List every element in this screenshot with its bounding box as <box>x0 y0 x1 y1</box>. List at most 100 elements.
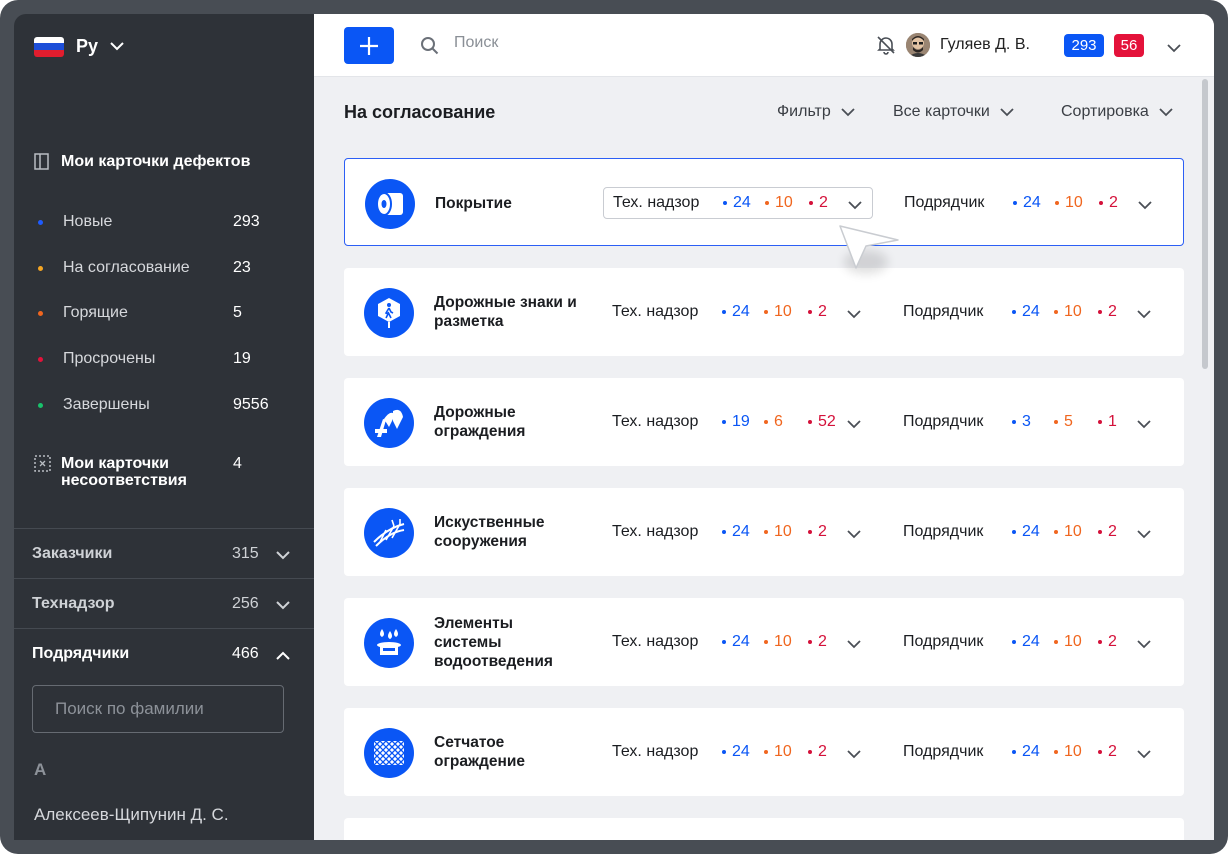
card-title: Искуственные сооружения <box>434 514 545 550</box>
chevron-down-icon[interactable] <box>848 197 862 215</box>
avatar[interactable] <box>906 33 930 57</box>
contractor-label: Подрядчик <box>904 194 985 211</box>
sidebar-item-new[interactable]: Новые 293 <box>34 213 284 231</box>
contractor-stat-pending: 10 <box>1054 268 1082 356</box>
sidebar-item-overdue[interactable]: Просрочены 19 <box>34 350 284 368</box>
supervision-stat-new: 24 <box>723 159 751 247</box>
supervision-stat-overdue: 2 <box>809 159 828 247</box>
sidebar-item-count: 5 <box>233 304 242 321</box>
contractor-stat-overdue: 2 <box>1098 268 1117 356</box>
chevron-down-icon[interactable] <box>1137 746 1151 764</box>
category-card[interactable]: Дорожные знаки и разметка Тех. надзор 24… <box>344 268 1184 356</box>
mesh-fence-icon <box>364 728 414 778</box>
alphabet-letter: А <box>34 760 47 779</box>
contractor-person[interactable]: Алексеев-Щипунин Д. С. <box>34 805 229 825</box>
chevron-down-icon <box>276 547 290 565</box>
sidebar-item-label: Просрочены <box>63 350 156 367</box>
group-contractors[interactable]: Подрядчики 466 <box>14 628 314 679</box>
chevron-down-icon[interactable] <box>847 746 861 764</box>
supervision-stat-pending: 10 <box>764 488 792 576</box>
nonconformity-cards[interactable]: Мои карточки несоответствия 4 <box>34 455 284 489</box>
user-name[interactable]: Гуляев Д. В. <box>940 36 1030 54</box>
contractor-stat-overdue: 1 <box>1098 378 1117 466</box>
sort-dropdown[interactable]: Сортировка <box>1061 103 1173 121</box>
contractor-stat-pending: 10 <box>1054 488 1082 576</box>
nonconformity-label: Мои карточки несоответствия <box>61 455 187 489</box>
supervision-stat-new: 24 <box>722 708 750 796</box>
bell-off-icon[interactable] <box>875 34 897 61</box>
chevron-down-icon[interactable] <box>847 526 861 544</box>
barrier-icon <box>364 398 414 448</box>
category-card[interactable]: Искуственные сооружения Тех. надзор 24 1… <box>344 488 1184 576</box>
app-window: Ру Мои карточки дефектов Новые 293 На со… <box>0 0 1228 854</box>
sidebar-item-count: 9556 <box>233 396 269 413</box>
sidebar-item-label: Завершены <box>63 396 150 413</box>
category-card[interactable]: Сетчатое ограждение Тех. надзор 24 10 2 … <box>344 708 1184 796</box>
chevron-down-icon[interactable] <box>1138 197 1152 215</box>
card-title: Дорожные знаки и разметка <box>434 294 577 330</box>
supervision-stat-overdue: 2 <box>808 708 827 796</box>
all-cards-dropdown[interactable]: Все карточки <box>893 103 1014 121</box>
contractor-stat-overdue: 2 <box>1098 488 1117 576</box>
chevron-down-icon[interactable] <box>1137 526 1151 544</box>
card-partial[interactable] <box>344 818 1184 840</box>
bridge-icon <box>364 508 414 558</box>
group-label: Подрядчики <box>32 645 130 662</box>
contractor-stat-pending: 10 <box>1054 708 1082 796</box>
contractor-label: Подрядчик <box>903 523 984 540</box>
nonconformity-icon <box>34 455 51 476</box>
surname-search-input[interactable] <box>32 685 284 733</box>
roll-icon <box>365 179 415 229</box>
contractor-label: Подрядчик <box>903 633 984 650</box>
chevron-down-icon[interactable] <box>1137 306 1151 324</box>
sidebar-item-count: 19 <box>233 350 251 367</box>
sidebar-item-approval[interactable]: На согласование 23 <box>34 259 284 277</box>
category-card[interactable]: Дорожные ограждения Тех. надзор 19 6 52 … <box>344 378 1184 466</box>
mouse-cursor-icon <box>836 224 906 289</box>
supervision-label: Тех. надзор <box>613 194 700 211</box>
chevron-down-icon[interactable] <box>1137 636 1151 654</box>
chevron-down-icon[interactable] <box>1167 40 1181 58</box>
supervision-stat-overdue: 2 <box>808 268 827 356</box>
sidebar-item-count: 23 <box>233 259 251 276</box>
filter-dropdown[interactable]: Фильтр <box>777 103 855 121</box>
page-title: На согласование <box>344 102 496 122</box>
contractor-stat-overdue: 2 <box>1098 708 1117 796</box>
chevron-down-icon <box>1000 107 1014 116</box>
language-label: Ру <box>76 36 99 56</box>
supervision-stat-pending: 10 <box>764 708 792 796</box>
contractor-label: Подрядчик <box>903 303 984 320</box>
group-supervision[interactable]: Технадзор 256 <box>14 578 314 629</box>
my-defect-cards-label: Мои карточки дефектов <box>61 153 251 170</box>
add-button[interactable] <box>344 27 394 64</box>
badge-alert-count[interactable]: 56 <box>1114 34 1144 57</box>
chevron-down-icon[interactable] <box>847 636 861 654</box>
sidebar-item-label: На согласование <box>63 259 190 276</box>
category-card[interactable]: Элементы системы водоотведения Тех. надз… <box>344 598 1184 686</box>
sort-label: Сортировка <box>1061 103 1149 120</box>
status-dot <box>38 356 43 362</box>
badge-new-count[interactable]: 293 <box>1064 34 1104 57</box>
sidebar-item-completed[interactable]: Завершены 9556 <box>34 396 284 414</box>
supervision-stat-pending: 6 <box>764 378 783 466</box>
supervision-label: Тех. надзор <box>612 633 699 650</box>
search-input[interactable] <box>452 33 656 53</box>
filter-label: Фильтр <box>777 103 831 120</box>
chevron-down-icon[interactable] <box>847 416 861 434</box>
scrollbar[interactable] <box>1202 79 1208 369</box>
sidebar-item-label: Новые <box>63 213 113 230</box>
chevron-down-icon <box>276 597 290 615</box>
sidebar-item-burning[interactable]: Горящие 5 <box>34 304 284 322</box>
contractor-stat-new: 24 <box>1012 598 1040 686</box>
chevron-down-icon[interactable] <box>1137 416 1151 434</box>
language-selector[interactable]: Ру <box>34 36 124 57</box>
my-defect-cards-title[interactable]: Мои карточки дефектов <box>34 153 250 174</box>
supervision-stat-pending: 10 <box>764 268 792 356</box>
chevron-down-icon[interactable] <box>847 306 861 324</box>
group-customers[interactable]: Заказчики 315 <box>14 528 314 579</box>
supervision-stat-new: 24 <box>722 598 750 686</box>
category-card[interactable]: Покрытие Тех. надзор 24 10 2 Подрядчик 2… <box>344 158 1184 246</box>
supervision-stat-new: 19 <box>722 378 750 466</box>
all-cards-label: Все карточки <box>893 103 990 120</box>
group-count: 256 <box>232 595 259 612</box>
